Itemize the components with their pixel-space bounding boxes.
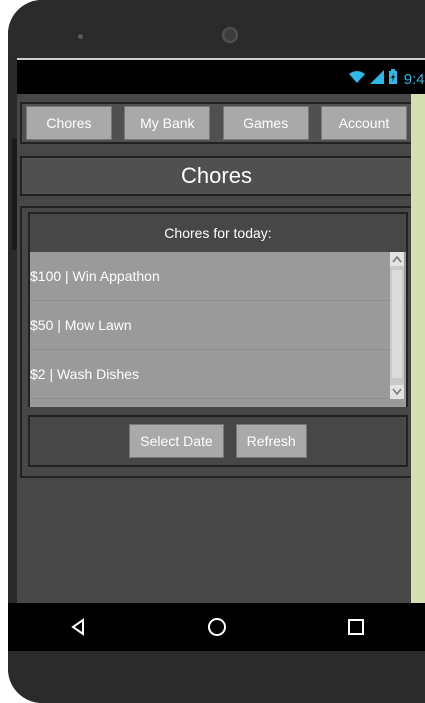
games-button[interactable]: Games bbox=[222, 106, 309, 140]
status-divider bbox=[17, 58, 425, 60]
chores-panel: Chores for today: $100 | Win Appathon $5… bbox=[20, 206, 413, 478]
phone-bottom-bezel bbox=[8, 651, 425, 703]
chores-list-container: Chores for today: $100 | Win Appathon $5… bbox=[28, 212, 408, 407]
side-strip bbox=[411, 94, 425, 603]
list-item[interactable]: $100 | Win Appathon bbox=[30, 252, 406, 301]
chores-scrollbar[interactable] bbox=[390, 252, 404, 399]
recents-icon[interactable] bbox=[344, 615, 368, 639]
screen: 9:48 Chores My Bank Games Account Chores… bbox=[17, 58, 425, 603]
status-bar: 9:48 bbox=[17, 58, 425, 94]
phone-frame: 9:48 Chores My Bank Games Account Chores… bbox=[8, 0, 425, 703]
account-button[interactable]: Account bbox=[320, 106, 407, 140]
front-camera-icon bbox=[222, 27, 238, 43]
phone-top-bezel bbox=[8, 0, 425, 58]
scroll-up-icon[interactable] bbox=[390, 252, 404, 266]
page-title: Chores bbox=[20, 156, 413, 196]
signal-icon bbox=[369, 70, 384, 88]
sensor-dot bbox=[78, 34, 83, 39]
select-date-button[interactable]: Select Date bbox=[129, 424, 224, 458]
android-nav-bar bbox=[8, 603, 425, 651]
chores-button[interactable]: Chores bbox=[26, 106, 112, 140]
home-icon[interactable] bbox=[205, 615, 229, 639]
battery-icon bbox=[388, 69, 398, 89]
my-bank-button[interactable]: My Bank bbox=[124, 106, 211, 140]
scroll-down-icon[interactable] bbox=[390, 385, 404, 399]
list-item[interactable]: $2 | Wash Dishes bbox=[30, 350, 406, 399]
status-icons: 9:48 bbox=[348, 69, 425, 89]
chores-list[interactable]: $100 | Win Appathon $50 | Mow Lawn $2 | … bbox=[30, 252, 406, 407]
back-icon[interactable] bbox=[66, 615, 90, 639]
chores-header: Chores for today: bbox=[164, 225, 272, 241]
actions-bar: Select Date Refresh bbox=[28, 415, 408, 467]
wifi-icon bbox=[348, 70, 366, 88]
app-content: Chores My Bank Games Account Chores Chor… bbox=[17, 94, 425, 603]
status-time: 9:48 bbox=[403, 70, 425, 88]
top-nav: Chores My Bank Games Account bbox=[20, 102, 413, 144]
refresh-button[interactable]: Refresh bbox=[235, 424, 307, 458]
list-item[interactable]: $50 | Mow Lawn bbox=[30, 301, 406, 350]
scroll-thumb[interactable] bbox=[392, 270, 402, 378]
